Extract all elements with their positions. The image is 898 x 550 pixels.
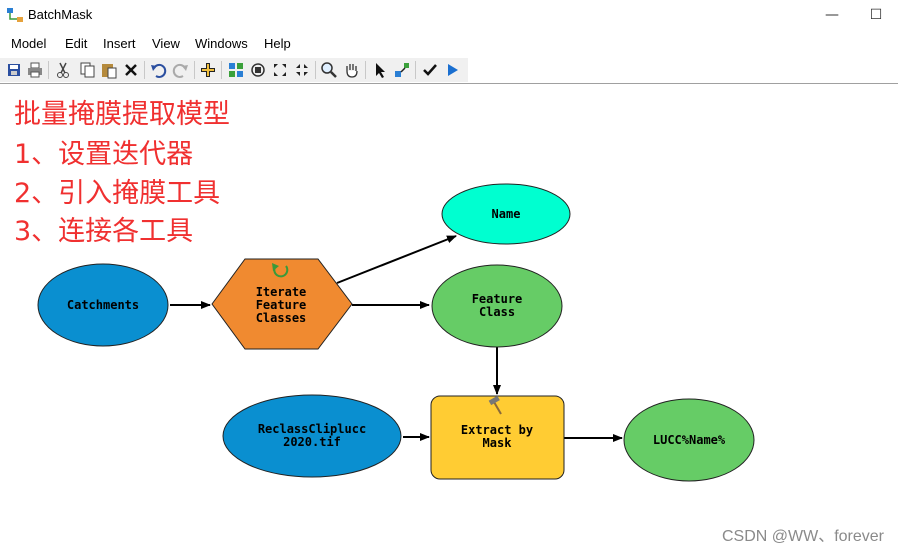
feature-class-label-line1: Feature <box>472 292 523 306</box>
watermark: CSDN @WW、forever <box>721 528 884 545</box>
zoom-in-fixed-icon[interactable] <box>270 60 290 80</box>
iterate-label-line1: Iterate <box>256 285 307 299</box>
reclass-raster-node[interactable]: ReclassCliplucc 2020.tif <box>222 394 402 478</box>
undo-icon[interactable] <box>148 60 168 80</box>
iterate-feature-classes-node[interactable]: Iterate Feature Classes <box>211 258 353 350</box>
iterate-label-line3: Classes <box>256 311 307 325</box>
toolbar-separator <box>194 61 195 79</box>
catchments-label: Catchments <box>67 298 139 312</box>
menu-help[interactable]: Help <box>264 36 291 51</box>
run-icon[interactable] <box>442 60 462 80</box>
feature-class-node[interactable]: Feature Class <box>431 264 563 348</box>
toolbar-separator <box>48 61 49 79</box>
maximize-button[interactable]: ☐ <box>856 2 896 28</box>
title-bar: BatchMask — ☐ <box>0 0 898 30</box>
paste-icon[interactable] <box>99 60 119 80</box>
pan-icon[interactable] <box>342 60 362 80</box>
auto-layout-icon[interactable] <box>226 60 246 80</box>
feature-class-label-line2: Class <box>479 305 515 319</box>
reclass-label-line1: ReclassCliplucc <box>258 422 366 436</box>
extract-label-line2: Mask <box>483 436 513 450</box>
full-extent-icon[interactable] <box>248 60 268 80</box>
menu-bar: Model Edit Insert View Windows Help <box>0 33 898 55</box>
name-label: Name <box>492 207 521 221</box>
zoom-icon[interactable] <box>319 60 339 80</box>
iterate-label-line2: Feature <box>256 298 307 312</box>
toolbar-separator <box>221 61 222 79</box>
menu-windows[interactable]: Windows <box>195 36 248 51</box>
redo-icon[interactable] <box>171 60 191 80</box>
cut-icon[interactable] <box>53 60 73 80</box>
print-icon[interactable] <box>25 60 45 80</box>
toolbar-separator <box>365 61 366 79</box>
toolbar-separator <box>144 61 145 79</box>
catchments-node[interactable]: Catchments <box>37 263 169 347</box>
extract-label-line1: Extract by <box>461 423 533 437</box>
select-icon[interactable] <box>370 60 390 80</box>
model-builder-icon <box>7 8 23 22</box>
add-data-icon[interactable] <box>198 60 218 80</box>
delete-icon[interactable] <box>121 60 141 80</box>
toolbar-separator <box>415 61 416 79</box>
menu-insert[interactable]: Insert <box>103 36 136 51</box>
toolbar <box>0 58 468 82</box>
menu-model[interactable]: Model <box>11 36 46 51</box>
minimize-button[interactable]: — <box>812 2 852 28</box>
validate-icon[interactable] <box>420 60 440 80</box>
connect-icon[interactable] <box>392 60 412 80</box>
extract-by-mask-node[interactable]: Extract by Mask <box>430 395 565 480</box>
model-canvas[interactable]: Catchments Iterate Feature Classes Name … <box>0 84 898 524</box>
menu-view[interactable]: View <box>152 36 180 51</box>
reclass-label-line2: 2020.tif <box>283 435 341 449</box>
save-icon[interactable] <box>4 60 24 80</box>
lucc-output-node[interactable]: LUCC%Name% <box>623 398 755 482</box>
lucc-output-label: LUCC%Name% <box>653 433 726 447</box>
menu-edit[interactable]: Edit <box>65 36 87 51</box>
window-title: BatchMask <box>28 7 93 22</box>
zoom-out-fixed-icon[interactable] <box>292 60 312 80</box>
name-node[interactable]: Name <box>441 183 571 245</box>
connector-iterate-to-name[interactable] <box>336 235 457 284</box>
toolbar-separator <box>315 61 316 79</box>
copy-icon[interactable] <box>77 60 97 80</box>
